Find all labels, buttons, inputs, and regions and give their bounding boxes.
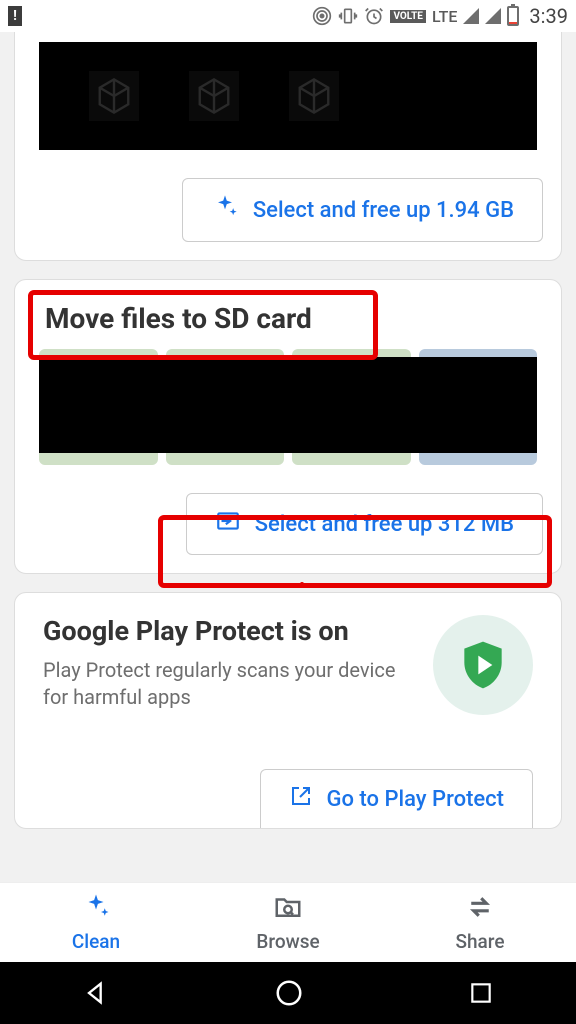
nav-share[interactable]: Share bbox=[384, 883, 576, 962]
play-protect-button[interactable]: Go to Play Protect bbox=[260, 769, 534, 828]
status-bar: ! VOLTE LTE 3:39 bbox=[0, 0, 576, 32]
recents-button[interactable] bbox=[468, 980, 494, 1006]
play-protect-button-label: Go to Play Protect bbox=[327, 787, 505, 812]
network-type: LTE bbox=[432, 7, 457, 26]
nav-clean[interactable]: Clean bbox=[0, 883, 192, 962]
play-protect-title: Google Play Protect is on bbox=[43, 615, 417, 647]
hotspot-icon bbox=[312, 6, 332, 26]
back-button[interactable] bbox=[82, 979, 110, 1007]
thumbnail-strip[interactable] bbox=[39, 42, 537, 150]
alarm-icon bbox=[364, 6, 384, 26]
freeup-button[interactable]: Select and free up 1.94 GB bbox=[182, 178, 543, 242]
move-sd-title: Move files to SD card bbox=[15, 280, 561, 349]
signal-icon-2 bbox=[485, 8, 501, 24]
clock: 3:39 bbox=[529, 4, 568, 28]
annotation-dot bbox=[300, 582, 304, 586]
home-button[interactable] bbox=[274, 978, 304, 1008]
nav-browse[interactable]: Browse bbox=[192, 883, 384, 962]
bottom-nav: Clean Browse Share bbox=[0, 882, 576, 962]
sparkle-icon bbox=[81, 892, 111, 926]
thumbnail-unity-icon bbox=[89, 71, 139, 121]
external-link-icon bbox=[289, 784, 313, 814]
nav-clean-label: Clean bbox=[72, 930, 120, 953]
thumbnail-unity-icon bbox=[289, 71, 339, 121]
move-file-icon bbox=[215, 508, 241, 540]
freeup-card: Select and free up 1.94 GB bbox=[14, 32, 562, 261]
move-sd-button-label: Select and free up 312 MB bbox=[255, 512, 514, 537]
play-protect-card: Google Play Protect is on Play Protect r… bbox=[14, 592, 562, 829]
move-sd-card: Move files to SD card Select and free up… bbox=[14, 279, 562, 574]
notification-alert-icon: ! bbox=[8, 6, 22, 26]
nav-browse-label: Browse bbox=[256, 930, 319, 953]
volte-badge: VOLTE bbox=[390, 10, 426, 23]
folder-search-icon bbox=[273, 892, 303, 926]
signal-icon bbox=[463, 8, 479, 24]
play-protect-subtitle: Play Protect regularly scans your device… bbox=[43, 657, 417, 711]
thumbnail-unity-icon bbox=[189, 71, 239, 121]
move-thumbnails[interactable] bbox=[39, 349, 537, 465]
system-nav-bar bbox=[0, 962, 576, 1024]
play-protect-shield-icon bbox=[433, 615, 533, 715]
battery-icon bbox=[507, 6, 519, 26]
transfer-icon bbox=[465, 892, 495, 926]
move-sd-button[interactable]: Select and free up 312 MB bbox=[186, 493, 543, 555]
nav-share-label: Share bbox=[455, 930, 504, 953]
vibrate-icon bbox=[338, 6, 358, 26]
freeup-button-label: Select and free up 1.94 GB bbox=[253, 198, 514, 223]
sparkle-icon bbox=[211, 193, 239, 227]
